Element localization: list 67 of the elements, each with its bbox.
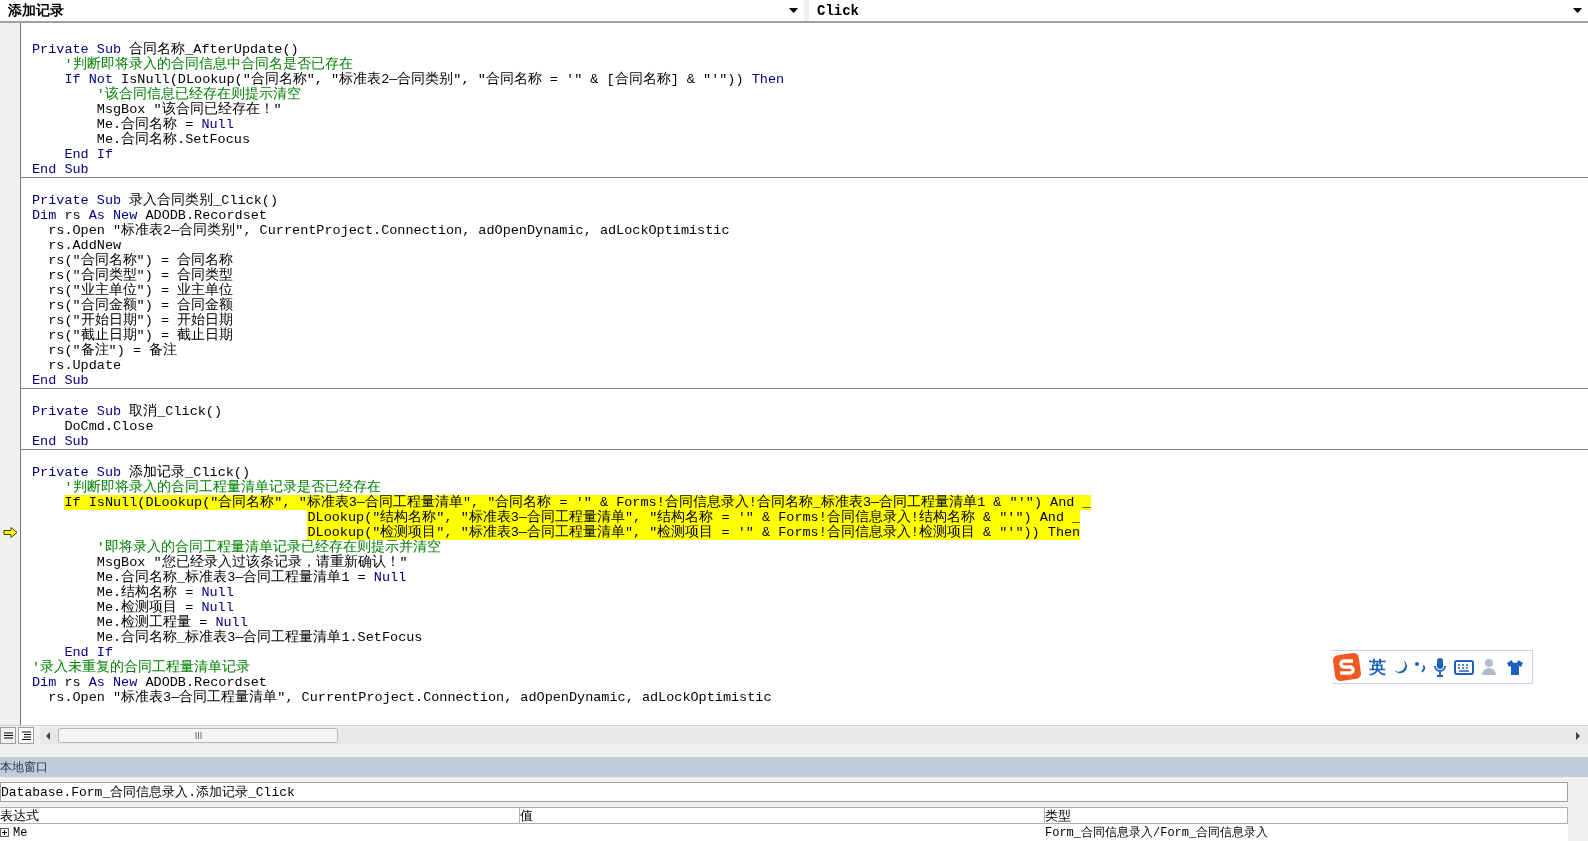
code-line: If Not IsNull(DLookup("合同名称", "标准表2—合同类别", "合同名称 = '" & [合同名称] & "'")) Then <box>64 72 785 87</box>
code-line: Me.检测工程量 = Null <box>96 615 248 630</box>
procedure-view-icon <box>3 732 13 739</box>
code-line: Dim rs As New ADODB.Recordset <box>32 208 267 223</box>
scrollbar-thumb[interactable] <box>58 728 338 743</box>
code-line: '录入未重复的合同工程量清单记录 <box>32 660 251 675</box>
code-line: '该合同信息已经存在则提示清空 <box>96 87 301 102</box>
code-line: Dim rs As New ADODB.Recordset <box>32 675 267 690</box>
column-header[interactable]: 类型 <box>1045 807 1568 824</box>
scroll-left-icon[interactable] <box>44 731 52 740</box>
dropdown-caret-icon[interactable] <box>789 8 798 13</box>
table-cell-text: Form_合同信息录入/Form_合同信息录入 <box>1045 825 1269 841</box>
code-line: rs.Update <box>48 358 122 373</box>
code-line: rs("截止日期") = 截止日期 <box>48 328 234 343</box>
scroll-right-icon[interactable] <box>1574 731 1582 740</box>
moon-icon[interactable] <box>1393 659 1407 675</box>
execution-arrow-icon <box>3 527 18 538</box>
procedure-view-button[interactable] <box>0 727 16 744</box>
object-dropdown[interactable]: 添加记录 <box>0 0 804 21</box>
panel-title: 本地窗口 <box>0 758 48 776</box>
code-line: DoCmd.Close <box>64 419 154 434</box>
code-line: End If <box>64 645 113 660</box>
code-line: Me.合同名称_标准表3—合同工程量清单1 = Null <box>96 570 407 585</box>
code-line: rs("合同类型") = 合同类型 <box>48 268 234 283</box>
code-line: Me.检测项目 = Null <box>96 600 234 615</box>
code-line: '即将录入的合同工程量清单记录已经存在则提示并清空 <box>96 540 441 555</box>
code-line: rs("合同名称") = 合同名称 <box>48 253 234 268</box>
code-line: rs.Open "标准表2—合同类别", CurrentProject.Connection, adOpenDynamic, adLockOptimistic <box>48 223 730 238</box>
code-line: MsgBox "您已经录入过该条记录，请重新确认！" <box>96 555 408 570</box>
column-header[interactable]: 表达式 <box>0 807 520 824</box>
code-line: End Sub <box>32 162 89 177</box>
code-line: Me.结构名称 = Null <box>96 585 234 600</box>
shirt-icon[interactable] <box>1506 659 1524 675</box>
code-line: Me.合同名称_标准表3—合同工程量清单1.SetFocus <box>96 630 423 645</box>
code-line: rs("开始日期") = 开始日期 <box>48 313 234 328</box>
code-line: Me.合同名称 = Null <box>96 117 234 132</box>
code-line: Private Sub 合同名称_AfterUpdate() <box>32 42 299 57</box>
code-line: Me.合同名称.SetFocus <box>96 132 251 147</box>
code-line: Private Sub 录入合同类别_Click() <box>32 193 279 208</box>
module-view-button[interactable] <box>18 727 34 744</box>
context-field[interactable]: Database.Form_合同信息录入.添加记录_Click <box>0 782 1568 802</box>
code-line: Private Sub 取消_Click() <box>32 404 223 419</box>
code-line: Private Sub 添加记录_Click() <box>32 465 251 480</box>
code-line: rs.AddNew <box>48 238 122 253</box>
code-line: End If <box>64 147 113 162</box>
code-line: rs("合同金额") = 合同金额 <box>48 298 234 313</box>
input-mode-toggle[interactable]: 英 <box>1369 655 1386 679</box>
grip-icon <box>194 732 202 739</box>
code-line: rs("业主单位") = 业主单位 <box>48 283 234 298</box>
code-line: End Sub <box>32 434 89 449</box>
code-line: rs("备注") = 备注 <box>48 343 178 358</box>
code-line: MsgBox "该合同已经存在！" <box>96 102 282 117</box>
horizontal-scrollbar[interactable] <box>40 727 1588 744</box>
punctuation-icon[interactable] <box>1414 660 1426 674</box>
dropdown-caret-icon[interactable] <box>1573 8 1582 13</box>
expand-icon[interactable] <box>0 828 9 837</box>
table-cell: Me <box>13 825 28 840</box>
procedure-dropdown[interactable]: Click <box>809 0 1588 21</box>
keyboard-icon[interactable] <box>1454 659 1474 675</box>
code-line: rs.Open "标准表3—合同工程量清单", CurrentProject.Connection, adOpenDynamic, adLockOptimistic <box>48 690 772 705</box>
column-header[interactable]: 值 <box>520 807 1045 824</box>
code-line: '判断即将录入的合同工程量清单记录是否已经存在 <box>64 480 381 495</box>
code-line: '判断即将录入的合同信息中合同名是否已存在 <box>64 57 353 72</box>
microphone-icon[interactable] <box>1433 657 1447 677</box>
ime-logo-icon[interactable] <box>1332 652 1362 682</box>
code-line: End Sub <box>32 373 89 388</box>
module-view-icon <box>21 731 31 740</box>
